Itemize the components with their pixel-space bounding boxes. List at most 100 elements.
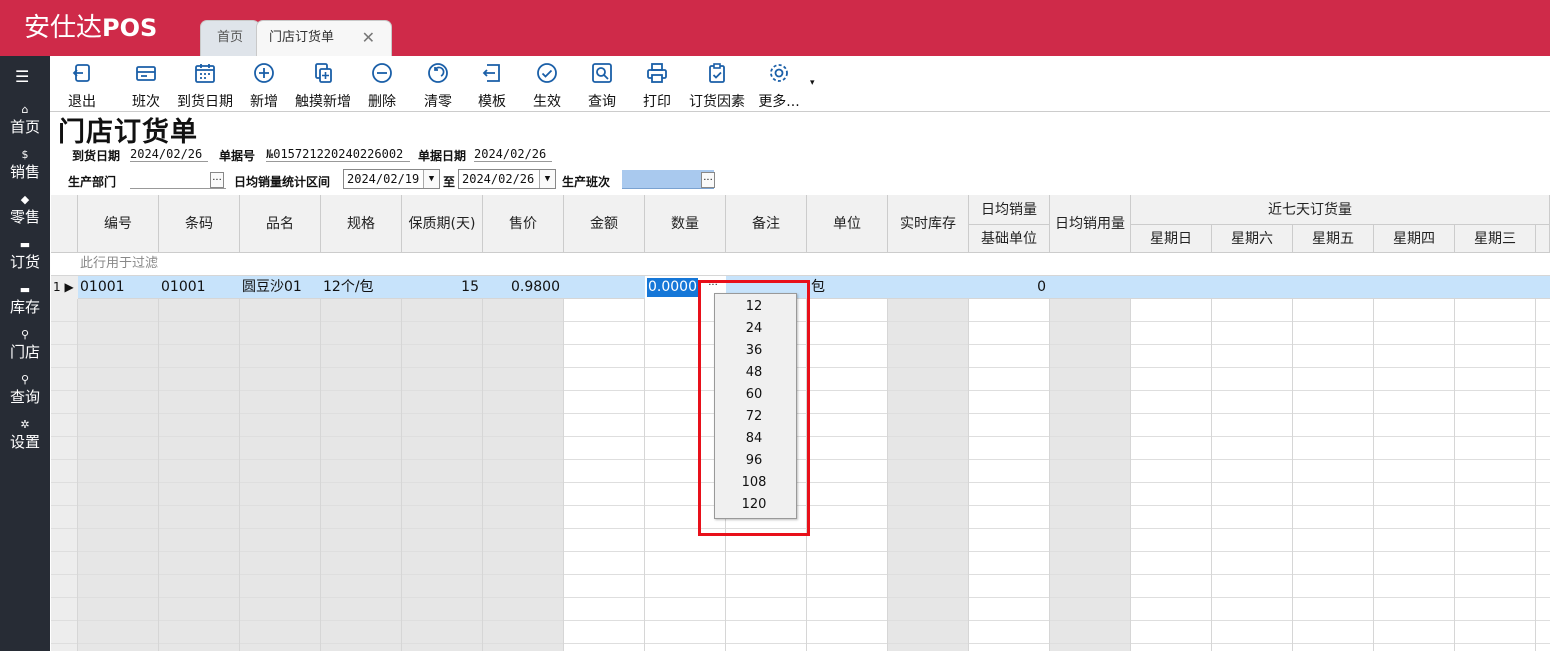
delete-button[interactable]: 删除: [362, 60, 402, 110]
cell-price[interactable]: 0.9800: [483, 276, 564, 299]
search-icon: ⚲: [20, 373, 30, 386]
col-header-qty[interactable]: 数量: [645, 195, 726, 253]
cell-daily-sales[interactable]: 0: [969, 276, 1050, 299]
col-header-daily-sales[interactable]: 日均销量: [969, 195, 1050, 225]
sidebar-item-label: 设置: [9, 433, 40, 451]
chevron-down-icon[interactable]: ▼: [539, 170, 555, 188]
shift-picker-button[interactable]: ...: [701, 172, 715, 188]
add-button[interactable]: 新增: [244, 60, 284, 110]
sidebar-item-order[interactable]: ▬ 订货: [0, 239, 50, 272]
col-header-saturday[interactable]: 星期六: [1212, 225, 1293, 253]
delete-icon: [372, 63, 392, 83]
col-header-code[interactable]: 编号: [78, 195, 159, 253]
cell-spec[interactable]: 12个/包: [321, 276, 402, 299]
col-header-unit[interactable]: 单位: [807, 195, 888, 253]
qty-option[interactable]: 96: [715, 450, 796, 472]
toolbar: 退出 班次 到货日期 新增 触摸新增 删除 清零 模板 生效 查询 打印 订货因…: [50, 56, 1550, 112]
cell-barcode[interactable]: 01001: [159, 276, 240, 299]
col-header-name[interactable]: 品名: [240, 195, 321, 253]
col-header-barcode[interactable]: 条码: [159, 195, 240, 253]
arrival-date-button[interactable]: 到货日期: [174, 60, 236, 110]
sidebar-item-query[interactable]: ⚲ 查询: [0, 373, 50, 407]
chevron-down-icon[interactable]: ▾: [810, 78, 815, 88]
col-header-thursday[interactable]: 星期四: [1374, 225, 1455, 253]
col-header-more: [1536, 225, 1550, 253]
qty-option[interactable]: 24: [715, 318, 796, 340]
clear-icon: [428, 63, 448, 83]
sidebar-item-settings[interactable]: ✲ 设置: [0, 419, 50, 452]
col-header-friday[interactable]: 星期五: [1293, 225, 1374, 253]
doc-date-value: 2024/02/26: [474, 147, 552, 162]
chevron-down-icon[interactable]: ▼: [423, 170, 439, 188]
qty-option[interactable]: 48: [715, 362, 796, 384]
filter-row[interactable]: [51, 253, 1550, 276]
qty-options-dropdown: 12 24 36 48 60 72 84 96 108 120: [714, 293, 797, 519]
more-button[interactable]: 更多...: [752, 60, 806, 110]
grid-column-lines: [51, 253, 1550, 651]
cell-unit[interactable]: 包: [807, 276, 888, 299]
qty-option[interactable]: 12: [715, 296, 796, 318]
col-header-sunday[interactable]: 星期日: [1131, 225, 1212, 253]
cell-stock[interactable]: [888, 276, 969, 299]
qty-option[interactable]: 60: [715, 384, 796, 406]
qty-option[interactable]: 108: [715, 472, 796, 494]
qty-option[interactable]: 84: [715, 428, 796, 450]
box-icon: ▬: [19, 283, 31, 296]
clear-button[interactable]: 清零: [418, 60, 458, 110]
template-icon: [482, 64, 500, 82]
close-icon[interactable]: ✕: [362, 21, 375, 55]
sidebar-item-home[interactable]: ⌂ 首页: [0, 104, 50, 137]
query-button[interactable]: 查询: [582, 60, 622, 110]
col-header-daily-usage[interactable]: 日均销用量: [1050, 195, 1131, 253]
col-header-shelf-life[interactable]: 保质期(天): [402, 195, 483, 253]
col-header-spec[interactable]: 规格: [321, 195, 402, 253]
activate-label: 生效: [533, 94, 561, 110]
sidebar-item-retail[interactable]: ◆ 零售: [0, 194, 50, 227]
col-header-base-unit[interactable]: 基础单位: [969, 225, 1050, 253]
qty-option[interactable]: 72: [715, 406, 796, 428]
sidebar-item-label: 零售: [9, 208, 40, 226]
activate-button[interactable]: 生效: [527, 60, 567, 110]
col-header-amount[interactable]: 金额: [564, 195, 645, 253]
sidebar-item-label: 订货: [9, 253, 40, 271]
template-button[interactable]: 模板: [472, 60, 512, 110]
cell-shelf-life[interactable]: 15: [402, 276, 483, 299]
filter-hint[interactable]: 此行用于过滤: [78, 253, 159, 276]
qty-input[interactable]: 0.0000: [647, 278, 698, 297]
tab-home[interactable]: 首页: [200, 20, 260, 56]
print-button[interactable]: 打印: [637, 60, 677, 110]
dept-picker-button[interactable]: ...: [210, 172, 224, 188]
row-pointer-icon: ▶: [64, 280, 74, 294]
doc-date-label: 单据日期: [418, 149, 467, 163]
tab-store-order[interactable]: 门店订货单 ✕: [256, 20, 392, 56]
shift-label: 班次: [132, 94, 160, 110]
sidebar-item-inventory[interactable]: ▬ 库存: [0, 283, 50, 317]
menu-icon[interactable]: ☰: [15, 69, 31, 85]
cell-code[interactable]: 01001: [78, 276, 159, 299]
sidebar-item-label: 门店: [9, 343, 40, 361]
range-to-select[interactable]: 2024/02/26 ▼: [458, 169, 556, 189]
exit-button[interactable]: 退出: [62, 60, 102, 110]
order-factor-button[interactable]: 订货因素: [686, 60, 748, 110]
shift-button[interactable]: 班次: [126, 60, 166, 110]
range-to-value: 2024/02/26: [462, 172, 535, 186]
range-from-select[interactable]: 2024/02/19 ▼: [343, 169, 440, 189]
cell-amount[interactable]: [564, 276, 645, 299]
col-header-price[interactable]: 售价: [483, 195, 564, 253]
touch-add-button[interactable]: 触摸新增: [292, 60, 354, 110]
order-factor-icon: [709, 63, 725, 83]
sidebar-item-sales[interactable]: $ 销售: [0, 149, 50, 182]
search-icon: ⚲: [20, 328, 30, 341]
col-header-remark[interactable]: 备注: [726, 195, 807, 253]
touch-add-label: 触摸新增: [295, 94, 351, 110]
exit-label: 退出: [68, 94, 96, 110]
sidebar-item-store[interactable]: ⚲ 门店: [0, 328, 50, 362]
sidebar-item-label: 查询: [9, 388, 40, 406]
qty-option[interactable]: 120: [715, 494, 796, 516]
cell-daily-usage[interactable]: [1050, 276, 1131, 299]
col-header-wednesday[interactable]: 星期三: [1455, 225, 1536, 253]
qty-option[interactable]: 36: [715, 340, 796, 362]
cell-name[interactable]: 圆豆沙01: [240, 276, 321, 299]
sidebar-item-label: 库存: [9, 298, 40, 316]
col-header-stock[interactable]: 实时库存: [888, 195, 969, 253]
